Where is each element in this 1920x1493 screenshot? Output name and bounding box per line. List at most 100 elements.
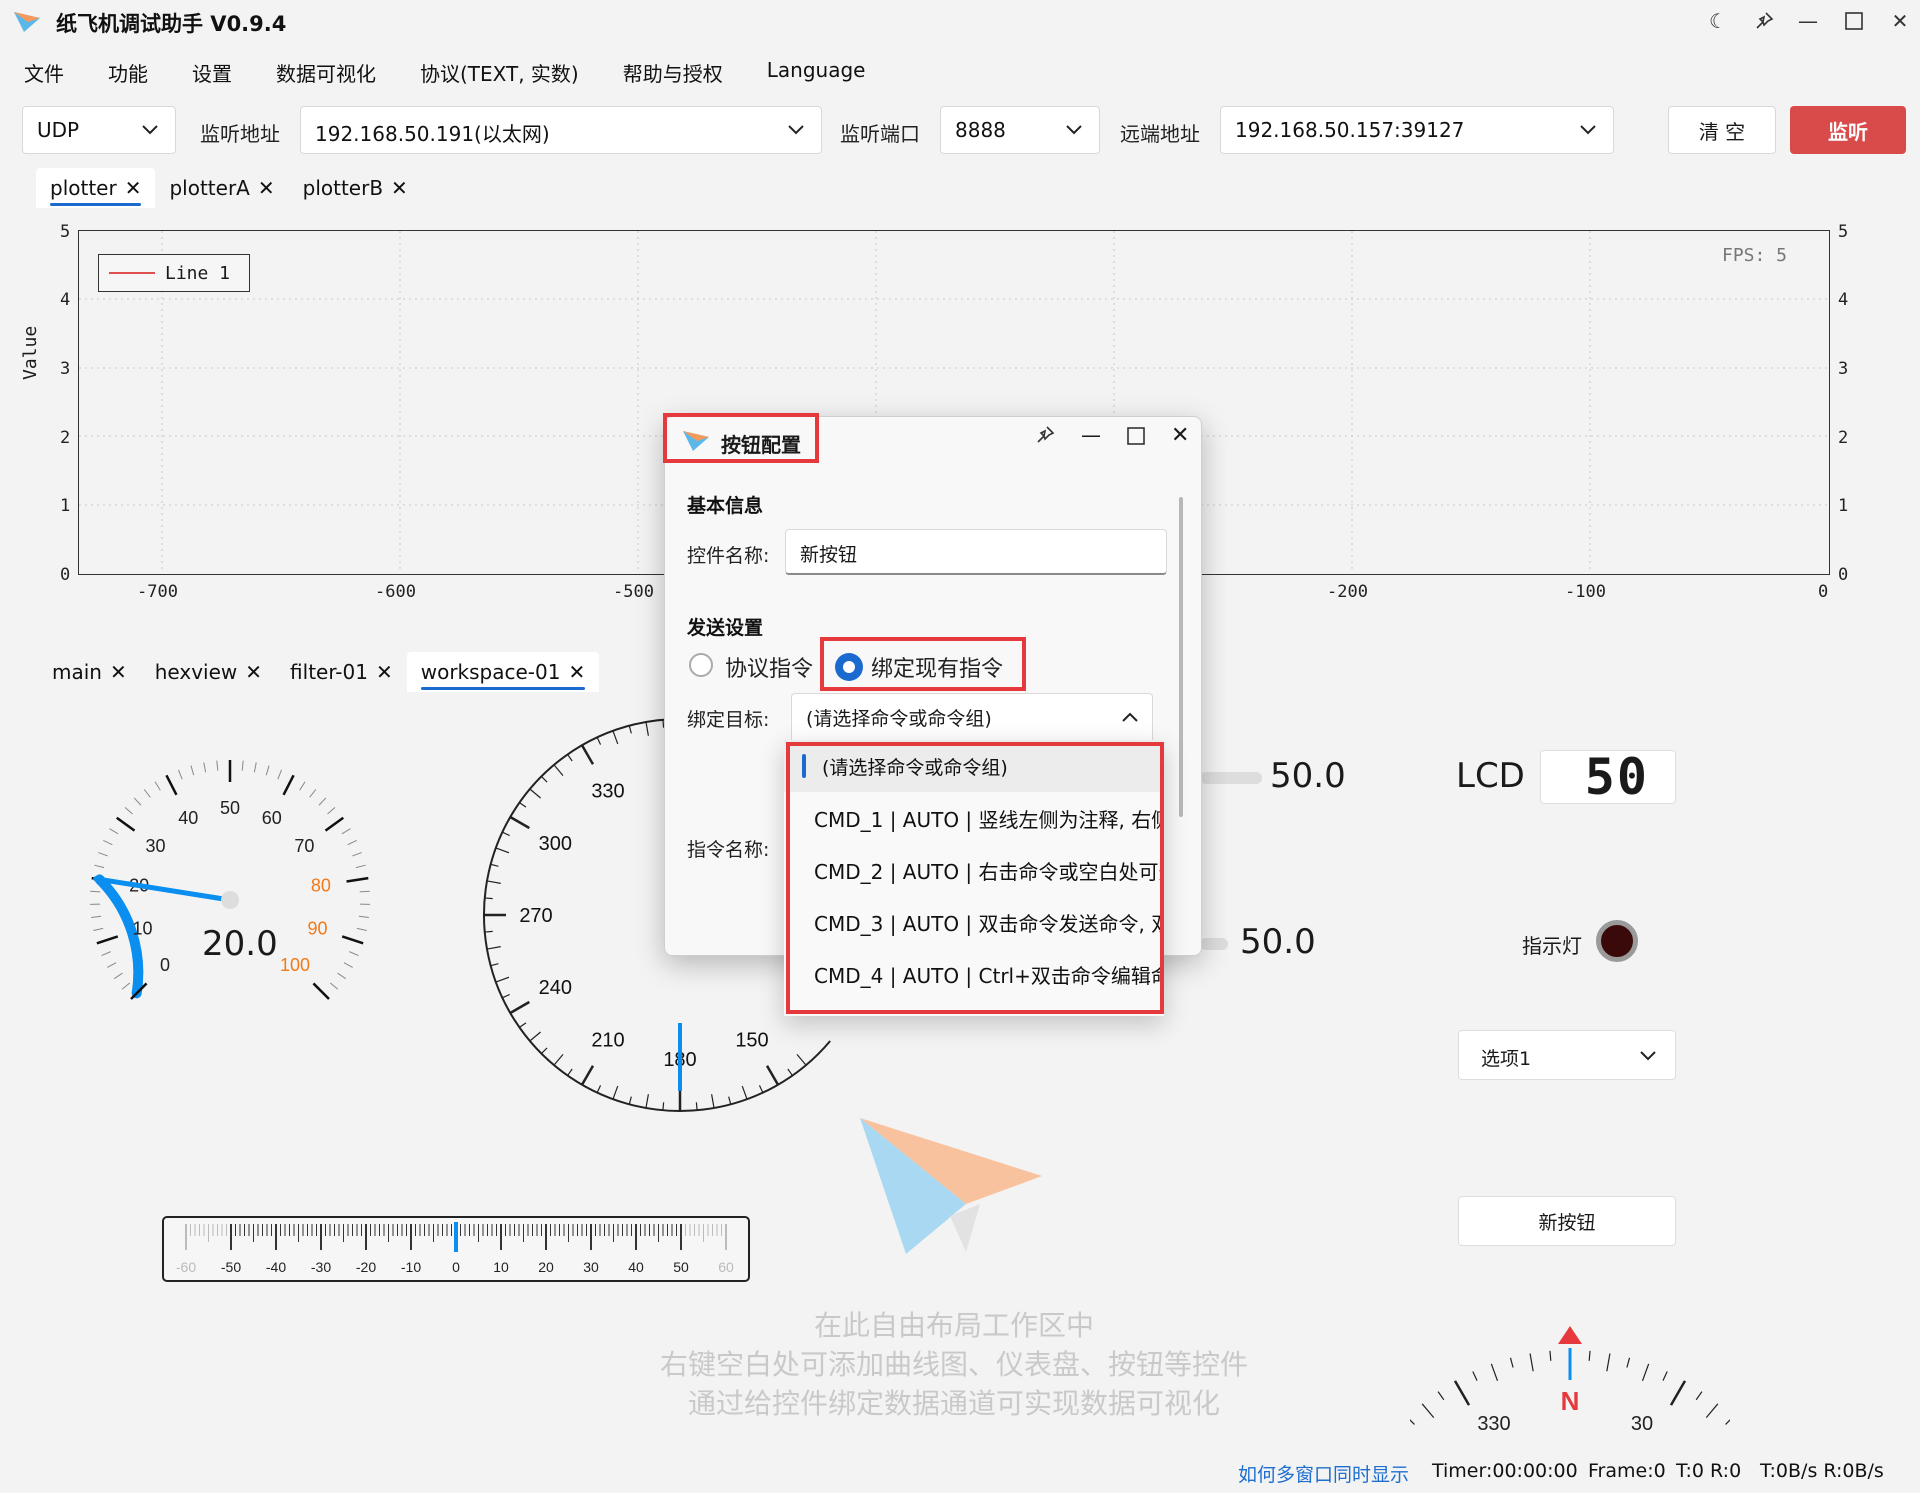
listen-addr-label: 监听地址	[200, 122, 280, 146]
active-tab-underline	[420, 687, 586, 690]
minimize-icon[interactable]: —	[1081, 423, 1101, 447]
remote-addr-label: 远端地址	[1120, 122, 1200, 146]
menu-item[interactable]: 文件	[0, 52, 84, 92]
close-tab-icon[interactable]: ✕	[125, 176, 142, 200]
listen-port-label: 监听端口	[840, 122, 920, 146]
compass-tick	[1588, 1350, 1591, 1361]
tab[interactable]: plotterA ✕	[155, 168, 288, 208]
gauge-tick-label: 30	[146, 836, 166, 856]
ytick-left: 2	[60, 428, 71, 448]
close-tab-icon[interactable]: ✕	[245, 660, 262, 684]
protocol-select[interactable]: UDP	[22, 106, 176, 154]
gauge-tick-label: 60	[262, 808, 282, 828]
minimize-icon[interactable]: —	[1788, 6, 1828, 36]
dial-tick	[728, 1096, 732, 1105]
tab[interactable]: plotterB ✕	[289, 168, 422, 208]
ruler-tick-label: 40	[628, 1259, 644, 1275]
ruler-tick-label: 10	[493, 1259, 509, 1275]
gauge-tick	[282, 774, 295, 796]
lcd-label: LCD	[1456, 756, 1525, 796]
gauge-tick	[355, 864, 366, 869]
legend-label: Line 1	[165, 262, 231, 284]
listen-addr-value: 192.168.50.191(以太网)	[315, 122, 550, 146]
ytick-right: 5	[1838, 222, 1849, 242]
tr-readout: T:0 R:0	[1676, 1460, 1742, 1482]
dial-tick	[519, 802, 527, 808]
option-select[interactable]: 选项1	[1458, 1030, 1676, 1080]
compass-gauge[interactable]: N 330 30	[1410, 1320, 1730, 1430]
gauge-tick	[109, 828, 119, 835]
gauge-tick	[309, 789, 317, 798]
xtick: -600	[375, 582, 416, 602]
dial-tick	[484, 897, 493, 900]
menu-item[interactable]: 功能	[84, 52, 168, 92]
timer-readout: Timer:00:00:00	[1432, 1460, 1578, 1482]
menu-item[interactable]: 数据可视化	[252, 52, 396, 92]
gauge-tick-label: 80	[311, 876, 331, 896]
slider-track[interactable]	[1200, 772, 1262, 784]
dial-tick	[765, 1065, 780, 1086]
plot-ylabel: Value	[20, 325, 41, 380]
slider-track[interactable]	[1200, 938, 1228, 950]
tab[interactable]: plotter ✕	[36, 168, 156, 208]
close-tab-icon[interactable]: ✕	[258, 176, 275, 200]
theme-moon-icon[interactable]: ☾	[1698, 6, 1738, 36]
bind-target-select[interactable]: (请选择命令或命令组)	[791, 693, 1153, 743]
radio-protocol[interactable]	[689, 653, 713, 677]
dial-tick	[695, 1102, 698, 1111]
maximize-icon[interactable]	[1834, 6, 1874, 36]
close-tab-icon[interactable]: ✕	[110, 660, 127, 684]
ytick-left: 1	[60, 496, 71, 516]
title-bar: 纸飞机调试助手 V0.9.4 ☾ — ✕	[0, 0, 1920, 44]
tab[interactable]: hexview ✕	[141, 652, 276, 692]
tab[interactable]: main ✕	[38, 652, 141, 692]
close-icon[interactable]: ✕	[1171, 423, 1189, 448]
tab[interactable]: filter-01 ✕	[276, 652, 407, 692]
radio-highlight	[820, 637, 1026, 691]
dial-tick	[509, 1000, 530, 1015]
gauge-tick	[121, 982, 131, 990]
menu-item[interactable]: 协议(TEXT, 实数)	[396, 52, 599, 92]
gauge-tick	[356, 927, 367, 932]
menu-item[interactable]: Language	[743, 52, 886, 92]
listen-port-select[interactable]: 8888	[940, 106, 1100, 154]
close-tab-icon[interactable]: ✕	[376, 660, 393, 684]
compass-tick	[1725, 1419, 1730, 1425]
ruler-tick-label: -30	[311, 1259, 331, 1275]
name-input[interactable]: 新按钮	[785, 529, 1167, 575]
clear-button[interactable]: 清 空	[1668, 106, 1776, 154]
listen-addr-select[interactable]: 192.168.50.191(以太网)	[300, 106, 822, 154]
tab[interactable]: workspace-01 ✕	[406, 652, 600, 692]
close-icon[interactable]: ✕	[1880, 6, 1920, 36]
dial-tick	[502, 993, 510, 999]
tab-label: filter-01	[290, 660, 368, 684]
compass-tick	[1529, 1353, 1534, 1372]
menu-bar: 文件 功能 设置 数据可视化 协议(TEXT, 实数) 帮助与授权 Language	[0, 52, 885, 92]
remote-addr-select[interactable]: 192.168.50.157:39127	[1220, 106, 1614, 154]
gauge-tick	[203, 762, 207, 773]
pin-icon[interactable]	[1035, 425, 1055, 450]
gauge-tick	[90, 890, 101, 893]
speed-gauge[interactable]: 0102030405060708090100	[40, 710, 420, 1040]
dial-tick-label: 330	[591, 780, 624, 802]
ruler-gauge[interactable]: -60 -50 -40 -30 -20 -10 0 10 20 30 40 50 60	[162, 1216, 750, 1282]
close-tab-icon[interactable]: ✕	[391, 176, 408, 200]
menu-item[interactable]: 帮助与授权	[599, 52, 743, 92]
fps-readout: FPS: 5	[1722, 245, 1788, 266]
dial-tick	[596, 1085, 602, 1093]
dialog-scrollbar[interactable]	[1179, 497, 1183, 817]
pin-icon[interactable]	[1744, 6, 1784, 36]
gauge-tick-label: 10	[132, 918, 152, 938]
compass-tick	[1669, 1380, 1687, 1406]
menu-item[interactable]: 设置	[168, 52, 252, 92]
dial-tick	[645, 1094, 649, 1109]
multi-window-help-link[interactable]: 如何多窗口同时显示	[1238, 1460, 1409, 1487]
maximize-icon[interactable]	[1127, 427, 1145, 449]
new-button-widget[interactable]: 新按钮	[1458, 1196, 1676, 1246]
dial-tick	[567, 754, 573, 762]
dial-tick	[628, 725, 632, 734]
gauge-tick	[352, 852, 362, 857]
listen-button[interactable]: 监听	[1790, 106, 1906, 154]
dial-tick	[529, 1031, 541, 1042]
close-tab-icon[interactable]: ✕	[568, 660, 585, 684]
